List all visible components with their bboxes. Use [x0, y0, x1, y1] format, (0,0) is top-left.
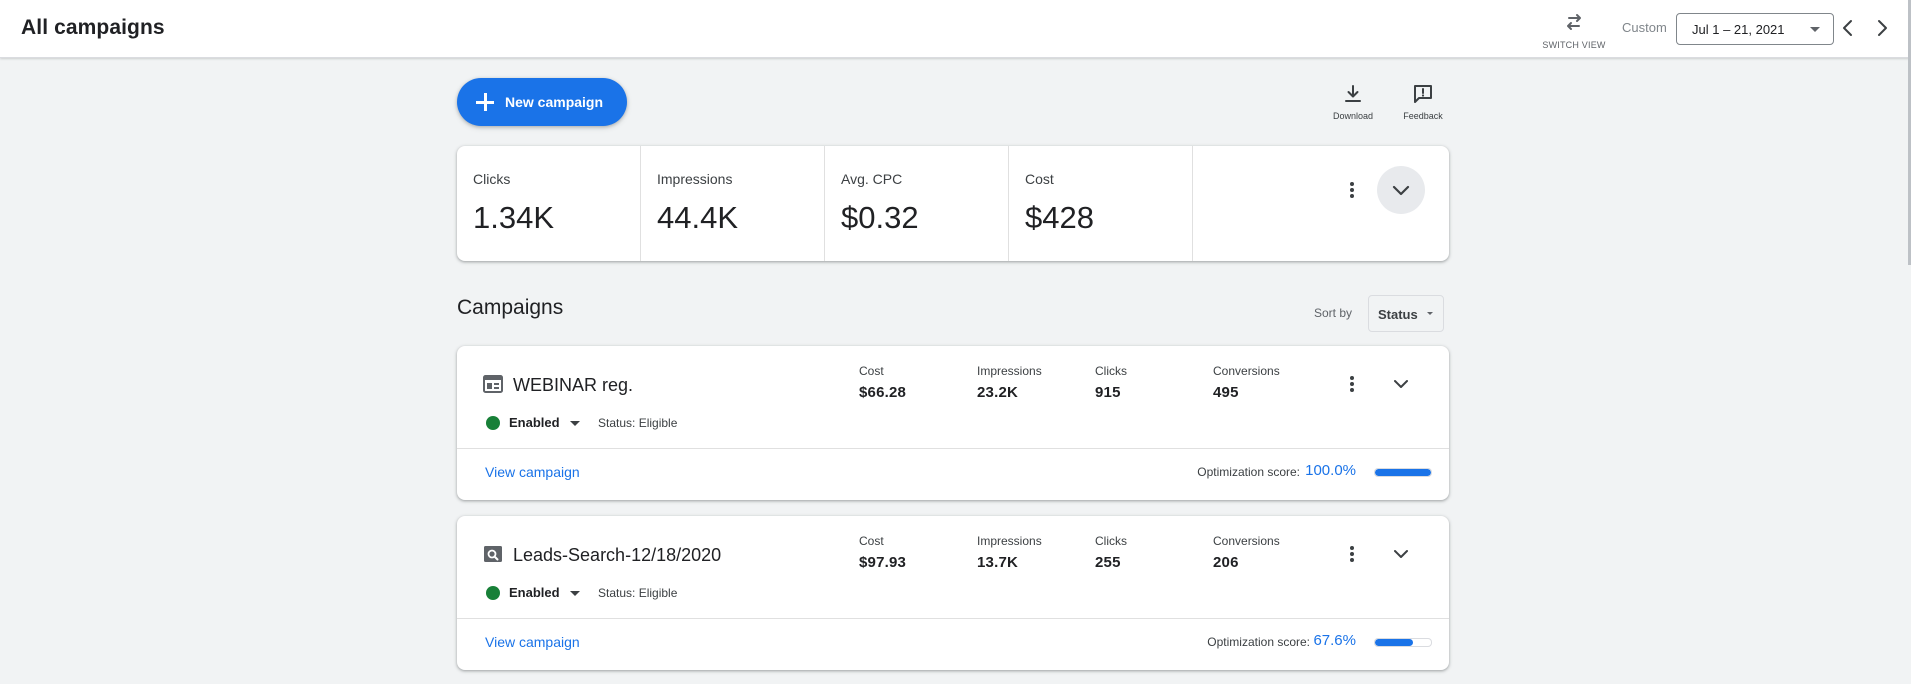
- stat-value: 495: [1213, 384, 1239, 401]
- campaign-state-select[interactable]: Enabled: [509, 585, 560, 600]
- metric-name: Avg. CPC: [841, 171, 903, 187]
- stat-name: Impressions: [977, 364, 1042, 378]
- campaign-card: WEBINAR reg. Enabled Status: Eligible Co…: [457, 346, 1449, 500]
- sort-by-label: Sort by: [1314, 306, 1353, 320]
- optimization-score-bar: [1374, 638, 1432, 647]
- feedback-icon: [1414, 85, 1432, 103]
- stat-value: $97.93: [859, 554, 907, 571]
- summary-card: Clicks 1.34K Impressions 44.4K Avg. CPC …: [457, 146, 1449, 261]
- download-button[interactable]: Download: [1325, 82, 1381, 121]
- dropdown-caret-icon: [1427, 312, 1433, 315]
- chevron-down-icon[interactable]: [1389, 372, 1413, 396]
- stat-name: Conversions: [1213, 534, 1280, 548]
- campaign-name[interactable]: Leads-Search-12/18/2020: [513, 545, 721, 566]
- stat-value: 23.2K: [977, 384, 1019, 401]
- stat-conversions: Conversions 206: [1213, 534, 1280, 571]
- date-range-value: Jul 1 – 21, 2021: [1692, 22, 1785, 37]
- stat-clicks: Clicks 255: [1095, 534, 1127, 571]
- stat-value: 206: [1213, 554, 1239, 571]
- metric-name: Impressions: [657, 171, 733, 187]
- campaign-state-select[interactable]: Enabled: [509, 415, 560, 430]
- metric-cost[interactable]: Cost $428: [1009, 146, 1193, 261]
- optimization-score-bar: [1374, 468, 1432, 477]
- top-bar: All campaigns SWITCH VIEW Custom Jul 1 –…: [0, 0, 1911, 58]
- optimization-score-label: Optimization score:: [1197, 465, 1300, 479]
- previous-period-button[interactable]: [1836, 16, 1860, 40]
- switch-view-label: SWITCH VIEW: [1542, 40, 1606, 50]
- download-label: Download: [1332, 111, 1374, 121]
- stat-value: 255: [1095, 554, 1121, 571]
- campaign-status: Status: Eligible: [598, 416, 678, 430]
- campaign-more-options-button[interactable]: [1340, 372, 1364, 396]
- metric-value: 1.34K: [473, 200, 555, 235]
- optimization-score-value: 100.0%: [1305, 462, 1356, 479]
- stat-cost: Cost $97.93: [859, 534, 906, 571]
- optimization-score[interactable]: Optimization score: 67.6%: [1192, 632, 1432, 652]
- metric-impressions[interactable]: Impressions 44.4K: [641, 146, 825, 261]
- sort-by-value: Status: [1378, 307, 1418, 322]
- optimization-score-label: Optimization score:: [1207, 635, 1310, 649]
- display-campaign-icon: [483, 375, 503, 393]
- stat-name: Clicks: [1095, 534, 1127, 548]
- date-range-type-label: Custom: [1622, 20, 1667, 35]
- next-period-button[interactable]: [1870, 16, 1894, 40]
- feedback-label: Feedback: [1403, 111, 1443, 121]
- stat-conversions: Conversions 495: [1213, 364, 1280, 401]
- optimization-score[interactable]: Optimization score: 100.0%: [1172, 462, 1432, 482]
- view-campaign-link[interactable]: View campaign: [485, 464, 580, 480]
- chevron-right-icon: [1878, 20, 1887, 36]
- stat-clicks: Clicks 915: [1095, 364, 1127, 401]
- metric-value: $0.32: [841, 200, 919, 235]
- stat-value: $66.28: [859, 384, 907, 401]
- stat-impressions: Impressions 13.7K: [977, 534, 1042, 571]
- enabled-status-dot: [486, 416, 500, 430]
- enabled-status-dot: [486, 586, 500, 600]
- chevron-down-icon: [1392, 185, 1410, 196]
- download-icon: [1345, 85, 1361, 102]
- new-campaign-button[interactable]: New campaign: [457, 78, 627, 126]
- summary-more-options-button[interactable]: [1340, 178, 1364, 202]
- campaign-name[interactable]: WEBINAR reg.: [513, 375, 633, 396]
- expand-summary-button[interactable]: [1377, 166, 1425, 214]
- stat-cost: Cost $66.28: [859, 364, 906, 401]
- stat-name: Conversions: [1213, 364, 1280, 378]
- view-campaign-link[interactable]: View campaign: [485, 634, 580, 650]
- stat-impressions: Impressions 23.2K: [977, 364, 1042, 401]
- dropdown-caret-icon: [1810, 27, 1820, 32]
- campaign-more-options-button[interactable]: [1340, 542, 1364, 566]
- plus-icon: [472, 89, 498, 115]
- sort-by-select[interactable]: Status: [1368, 295, 1444, 332]
- stat-value: 13.7K: [977, 554, 1019, 571]
- optimization-score-value: 67.6%: [1313, 632, 1356, 649]
- stat-name: Impressions: [977, 534, 1042, 548]
- feedback-button[interactable]: Feedback: [1395, 82, 1451, 121]
- dropdown-caret-icon[interactable]: [570, 591, 580, 596]
- card-divider: [457, 618, 1449, 619]
- new-campaign-label: New campaign: [505, 94, 604, 110]
- metric-name: Cost: [1025, 171, 1054, 187]
- date-range-select[interactable]: Jul 1 – 21, 2021: [1676, 13, 1834, 45]
- swap-arrows-icon: [1567, 14, 1581, 30]
- stat-name: Cost: [859, 364, 884, 378]
- chevron-left-icon: [1843, 20, 1852, 36]
- metric-name: Clicks: [473, 171, 511, 187]
- campaigns-heading: Campaigns: [457, 296, 564, 319]
- search-campaign-icon: [484, 546, 502, 562]
- stat-name: Clicks: [1095, 364, 1127, 378]
- optimization-score-fill: [1375, 639, 1413, 646]
- metric-avg-cpc[interactable]: Avg. CPC $0.32: [825, 146, 1009, 261]
- card-divider: [457, 448, 1449, 449]
- dropdown-caret-icon[interactable]: [570, 421, 580, 426]
- campaign-status: Status: Eligible: [598, 586, 678, 600]
- metric-clicks[interactable]: Clicks 1.34K: [457, 146, 641, 261]
- metric-value: $428: [1025, 200, 1094, 235]
- metric-value: 44.4K: [657, 200, 739, 235]
- chevron-down-icon[interactable]: [1389, 542, 1413, 566]
- stat-value: 915: [1095, 384, 1121, 401]
- campaign-card: Leads-Search-12/18/2020 Enabled Status: …: [457, 516, 1449, 670]
- page-title: All campaigns: [21, 16, 165, 39]
- optimization-score-fill: [1375, 469, 1431, 476]
- stat-name: Cost: [859, 534, 884, 548]
- switch-view-button[interactable]: SWITCH VIEW: [1542, 10, 1606, 50]
